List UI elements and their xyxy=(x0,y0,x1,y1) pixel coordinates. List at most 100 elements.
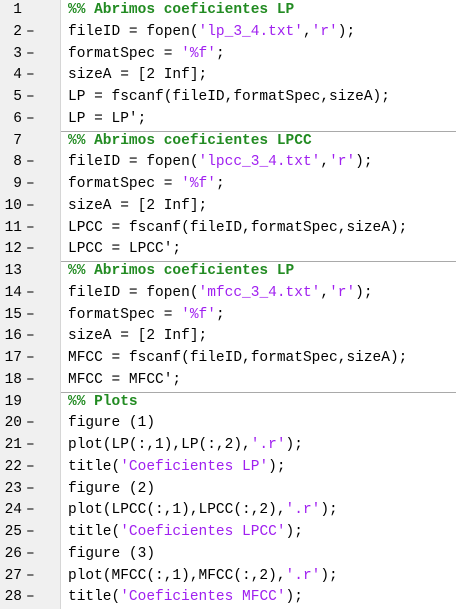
code-line[interactable]: 8– fileID = fopen('lpcc_3_4.txt','r'); xyxy=(0,152,456,174)
code-line[interactable]: 17– MFCC = fscanf(fileID,formatSpec,sizeA… xyxy=(0,348,456,370)
breakpoint-marker[interactable]: – xyxy=(26,457,40,479)
code-text[interactable]: title('Coeficientes LPCC'); xyxy=(68,522,303,544)
code-token: ); xyxy=(285,589,303,606)
code-text[interactable]: title('Coeficientes LP'); xyxy=(68,457,286,479)
code-line[interactable]: 28– title('Coeficientes MFCC'); xyxy=(0,587,456,609)
code-text[interactable]: %% Plots xyxy=(68,392,138,414)
code-line[interactable]: 10– sizeA = [2 Inf]; xyxy=(0,196,456,218)
code-text[interactable]: formatSpec = '%f'; xyxy=(68,305,225,327)
string-literal: '%f' xyxy=(181,306,216,323)
code-line[interactable]: 26– figure (3) xyxy=(0,544,456,566)
code-line[interactable]: 21– plot(LP(:,1),LP(:,2),'.r'); xyxy=(0,435,456,457)
code-text[interactable]: formatSpec = '%f'; xyxy=(68,44,225,66)
code-text[interactable]: %% Abrimos coeficientes LP xyxy=(68,0,294,22)
code-text[interactable]: fileID = fopen('lpcc_3_4.txt','r'); xyxy=(68,152,373,174)
code-text[interactable]: fileID = fopen('lp_3_4.txt','r'); xyxy=(68,22,355,44)
breakpoint-marker[interactable]: – xyxy=(26,44,40,66)
code-line[interactable]: 13 %% Abrimos coeficientes LP xyxy=(0,261,456,283)
code-text[interactable]: %% Abrimos coeficientes LPCC xyxy=(68,131,312,153)
breakpoint-marker[interactable]: – xyxy=(26,65,40,87)
line-number: 3 xyxy=(13,45,22,62)
code-line[interactable]: 15– formatSpec = '%f'; xyxy=(0,305,456,327)
breakpoint-marker[interactable]: – xyxy=(26,544,40,566)
code-token: sizeA = [2 Inf]; xyxy=(68,328,208,345)
code-line[interactable]: 5– LP = fscanf(fileID,formatSpec,sizeA); xyxy=(0,87,456,109)
code-text[interactable]: LPCC = LPCC'; xyxy=(68,239,181,261)
code-line[interactable]: 12– LPCC = LPCC'; xyxy=(0,239,456,261)
code-token: ); xyxy=(285,437,303,453)
breakpoint-marker[interactable]: – xyxy=(26,500,40,522)
code-line[interactable]: 1 %% Abrimos coeficientes LP xyxy=(0,0,456,22)
code-text[interactable]: fileID = fopen('mfcc_3_4.txt','r'); xyxy=(68,283,373,305)
code-text[interactable]: MFCC = fscanf(fileID,formatSpec,sizeA); xyxy=(68,348,407,370)
breakpoint-marker[interactable]: – xyxy=(26,435,40,457)
code-line[interactable]: 6– LP = LP'; xyxy=(0,109,456,131)
breakpoint-marker[interactable]: – xyxy=(26,109,40,131)
line-number: 24 xyxy=(4,502,22,519)
code-text[interactable]: title('Coeficientes MFCC'); xyxy=(68,587,303,609)
breakpoint-marker[interactable]: – xyxy=(26,348,40,370)
breakpoint-marker[interactable]: – xyxy=(26,479,40,501)
string-literal: 'Coeficientes LPCC' xyxy=(120,524,286,540)
breakpoint-marker[interactable]: – xyxy=(26,587,40,609)
code-line[interactable]: 24– plot(LPCC(:,1),LPCC(:,2),'.r'); xyxy=(0,500,456,522)
breakpoint-marker[interactable]: – xyxy=(26,196,40,218)
string-literal: 'Coeficientes LP' xyxy=(120,458,269,475)
code-text[interactable]: %% Abrimos coeficientes LP xyxy=(68,261,294,283)
code-line[interactable]: 23– figure (2) xyxy=(0,479,456,501)
code-line[interactable]: 16– sizeA = [2 Inf]; xyxy=(0,326,456,348)
breakpoint-marker[interactable]: – xyxy=(26,566,40,588)
code-line[interactable]: 11– LPCC = fscanf(fileID,formatSpec,sizeA… xyxy=(0,218,456,240)
code-text[interactable]: figure (2) xyxy=(68,479,155,501)
code-line[interactable]: 19 %% Plots xyxy=(0,391,456,414)
code-text[interactable]: formatSpec = '%f'; xyxy=(68,174,225,196)
breakpoint-marker[interactable]: – xyxy=(26,174,40,196)
code-token: figure (1) xyxy=(68,415,156,432)
code-text[interactable]: sizeA = [2 Inf]; xyxy=(68,326,207,348)
code-line[interactable]: 7 %% Abrimos coeficientes LPCC xyxy=(0,130,456,153)
code-editor[interactable]: 1%% Abrimos coeficientes LP 2– fileID = fo… xyxy=(0,0,456,609)
breakpoint-marker[interactable]: – xyxy=(26,413,40,435)
code-line[interactable]: 27– plot(MFCC(:,1),MFCC(:,2),'.r'); xyxy=(0,566,456,588)
code-text[interactable]: plot(MFCC(:,1),MFCC(:,2),'.r'); xyxy=(68,566,338,588)
code-line[interactable]: 3– formatSpec = '%f'; xyxy=(0,44,456,66)
code-line[interactable]: 4– sizeA = [2 Inf]; xyxy=(0,65,456,87)
code-line[interactable]: 18– MFCC = MFCC'; xyxy=(0,370,456,392)
code-text[interactable]: MFCC = MFCC'; xyxy=(68,370,181,392)
string-literal: 'lpcc_3_4.txt' xyxy=(198,154,321,171)
breakpoint-marker[interactable]: – xyxy=(26,522,40,544)
breakpoint-marker[interactable]: – xyxy=(26,370,40,392)
code-text[interactable]: plot(LPCC(:,1),LPCC(:,2),'.r'); xyxy=(68,500,338,522)
code-line[interactable]: 25– title('Coeficientes LPCC'); xyxy=(0,522,456,544)
code-text[interactable]: figure (3) xyxy=(68,544,155,566)
code-line[interactable]: 2– fileID = fopen('lp_3_4.txt','r'); xyxy=(0,22,456,44)
code-token: ); xyxy=(320,502,338,519)
code-token: plot(MFCC(:,1),MFCC(:,2), xyxy=(68,567,286,584)
code-text[interactable]: LPCC = fscanf(fileID,formatSpec,sizeA); xyxy=(68,218,407,240)
breakpoint-marker[interactable]: – xyxy=(26,305,40,327)
breakpoint-marker[interactable]: – xyxy=(26,326,40,348)
breakpoint-marker[interactable]: – xyxy=(26,152,40,174)
breakpoint-marker[interactable]: – xyxy=(26,218,40,240)
code-text[interactable]: LP = fscanf(fileID,formatSpec,sizeA); xyxy=(68,87,390,109)
code-text[interactable]: LP = LP'; xyxy=(68,109,146,131)
breakpoint-marker[interactable]: – xyxy=(26,87,40,109)
code-token: , xyxy=(320,284,330,301)
code-line[interactable]: 14– fileID = fopen('mfcc_3_4.txt','r'); xyxy=(0,283,456,305)
code-text[interactable]: figure (1) xyxy=(68,413,155,435)
breakpoint-marker[interactable]: – xyxy=(26,239,40,261)
code-line[interactable]: 20– figure (1) xyxy=(0,413,456,435)
string-literal: 'lp_3_4.txt' xyxy=(198,23,303,40)
code-text[interactable]: sizeA = [2 Inf]; xyxy=(68,196,207,218)
line-number: 8 xyxy=(13,154,22,171)
code-line[interactable]: 9– formatSpec = '%f'; xyxy=(0,174,456,196)
breakpoint-marker[interactable]: – xyxy=(26,283,40,305)
code-token: ; xyxy=(215,176,225,192)
code-lines[interactable]: 1%% Abrimos coeficientes LP 2– fileID = fo… xyxy=(0,0,456,609)
code-token: , xyxy=(320,154,330,171)
code-token: formatSpec = xyxy=(68,45,182,62)
breakpoint-marker[interactable]: – xyxy=(26,22,40,44)
code-text[interactable]: sizeA = [2 Inf]; xyxy=(68,65,207,87)
code-text[interactable]: plot(LP(:,1),LP(:,2),'.r'); xyxy=(68,435,303,457)
code-line[interactable]: 22– title('Coeficientes LP'); xyxy=(0,457,456,479)
